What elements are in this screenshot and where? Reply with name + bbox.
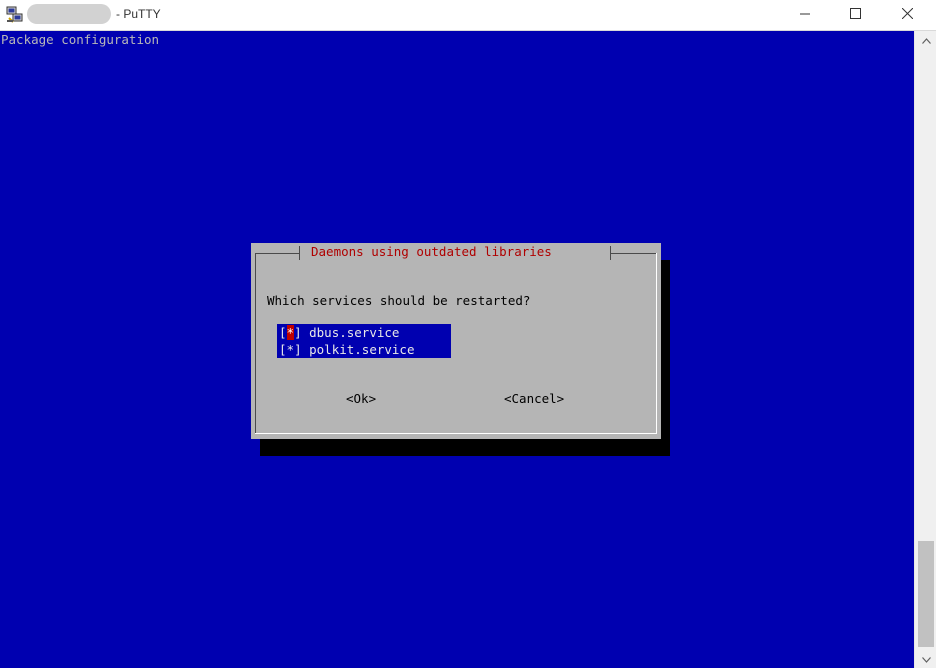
restart-services-dialog: Daemons using outdated libraries Which s… xyxy=(251,243,661,439)
chevron-up-icon xyxy=(921,31,931,49)
minimize-icon xyxy=(800,6,810,24)
terminal-area[interactable]: Package configuration Daemons using outd… xyxy=(0,31,914,668)
minimize-button[interactable] xyxy=(782,0,828,30)
cancel-button[interactable]: <Cancel> xyxy=(504,391,564,406)
service-item-dbus[interactable]: [*] dbus.service xyxy=(277,324,451,341)
title-bar: - PuTTY xyxy=(0,0,936,31)
scroll-down-button[interactable] xyxy=(915,650,936,668)
dialog-frame-right xyxy=(656,253,657,433)
service-label-polkit: polkit.service xyxy=(309,342,415,357)
terminal-heading: Package configuration xyxy=(1,32,160,47)
dialog-title-tick-left xyxy=(299,246,300,260)
dialog-question: Which services should be restarted? xyxy=(267,293,531,308)
service-label-dbus: dbus.service xyxy=(309,325,400,340)
putty-window: - PuTTY Package configuration Daemons us… xyxy=(0,0,936,668)
dialog-title-tick-right xyxy=(610,246,611,260)
dialog-frame-top-right xyxy=(610,253,656,254)
close-icon xyxy=(901,6,913,24)
checkbox-mark-dbus[interactable]: * xyxy=(286,325,295,340)
checkbox-bracket-close: ] xyxy=(294,325,310,340)
checkbox-bracket-close: ] xyxy=(294,342,310,357)
service-checklist: [*] dbus.service [*] polkit.service xyxy=(277,324,451,358)
dialog-frame-left xyxy=(255,253,256,433)
checkbox-bracket-open: [ xyxy=(279,325,287,340)
scroll-up-button[interactable] xyxy=(915,31,936,49)
window-title: - PuTTY xyxy=(116,7,161,21)
checkbox-bracket-open: [ xyxy=(279,342,287,357)
scrollbar-thumb[interactable] xyxy=(918,541,934,647)
vertical-scrollbar[interactable] xyxy=(914,31,936,668)
ok-button[interactable]: <Ok> xyxy=(346,391,376,406)
dialog-title: Daemons using outdated libraries xyxy=(311,244,552,259)
service-item-polkit[interactable]: [*] polkit.service xyxy=(277,341,451,358)
maximize-button[interactable] xyxy=(832,0,878,30)
checkbox-mark-polkit[interactable]: * xyxy=(287,342,295,357)
close-button[interactable] xyxy=(884,0,930,30)
redacted-hostname xyxy=(27,4,111,24)
maximize-icon xyxy=(849,6,861,24)
dialog-frame-top-left xyxy=(256,253,300,254)
chevron-down-icon xyxy=(921,650,931,668)
putty-app-icon[interactable] xyxy=(6,6,24,24)
dialog-frame-bottom xyxy=(255,433,657,434)
